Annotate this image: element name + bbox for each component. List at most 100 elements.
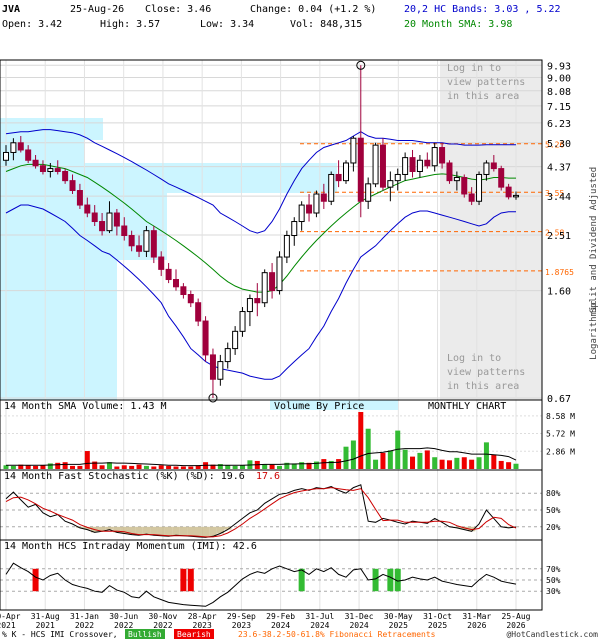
momentum-grid bbox=[0, 568, 542, 592]
chart-period-label: MONTHLY CHART bbox=[428, 401, 506, 412]
volume-bar bbox=[446, 460, 452, 469]
candle-body bbox=[39, 165, 46, 172]
volume-bar bbox=[40, 465, 46, 469]
candle-body bbox=[202, 320, 209, 356]
volume-bar bbox=[506, 462, 512, 469]
stochastic-oversold-fill bbox=[76, 526, 520, 538]
date-tick-label: 25-Aug bbox=[502, 612, 531, 621]
candle-body bbox=[99, 221, 106, 232]
candle-body bbox=[32, 159, 39, 167]
volume-bar bbox=[62, 462, 68, 469]
candle-body bbox=[121, 225, 128, 237]
login-note-line-1: Log in to bbox=[447, 353, 501, 364]
volume-bar bbox=[358, 412, 364, 469]
volume-bar bbox=[454, 457, 460, 469]
volume-tick-label: 2.86 M bbox=[546, 447, 575, 456]
oversold-fill bbox=[142, 526, 151, 535]
volume-bar bbox=[476, 457, 482, 469]
volume-bar bbox=[424, 450, 430, 469]
candle-body bbox=[106, 212, 113, 232]
split-adjusted-label: Split and Dividend Adjusted bbox=[589, 167, 599, 313]
candle-body bbox=[461, 177, 468, 195]
volume-bar bbox=[225, 465, 231, 469]
candle-body bbox=[387, 180, 394, 188]
date-tick-label: 31-Jul bbox=[305, 612, 334, 621]
volume-bar bbox=[410, 456, 416, 469]
candle-body bbox=[76, 190, 83, 206]
candle-body bbox=[128, 235, 135, 247]
volume-bar bbox=[84, 451, 90, 469]
pattern-area bbox=[440, 60, 542, 400]
candle-body bbox=[158, 256, 165, 270]
volume-bar bbox=[3, 465, 9, 469]
volume-bar bbox=[417, 452, 423, 469]
candle-body bbox=[498, 168, 505, 188]
oversold-fill bbox=[172, 526, 180, 536]
stochastic-d-value: 17.6 bbox=[256, 471, 280, 482]
volume-grid bbox=[0, 415, 542, 452]
candle-body bbox=[372, 144, 379, 185]
change-label: Change: 0.04 (+1.2 %) bbox=[250, 4, 376, 15]
volume-bar bbox=[313, 461, 319, 469]
stochastic-tick-label: 80% bbox=[546, 489, 561, 498]
date-tick-year: 2022 bbox=[153, 621, 172, 630]
candle-body bbox=[10, 142, 17, 153]
bearish-crossover-marker bbox=[180, 568, 187, 592]
price-tick-label: 9.00 bbox=[547, 73, 571, 84]
candle-body bbox=[224, 348, 231, 363]
candle-body bbox=[232, 330, 239, 350]
oversold-fill bbox=[194, 526, 202, 537]
candle-body bbox=[246, 298, 253, 313]
candle-body bbox=[239, 311, 246, 332]
volume-bar bbox=[47, 463, 53, 469]
volume-bar bbox=[10, 465, 16, 469]
candle-body bbox=[468, 193, 475, 202]
candle-body bbox=[328, 173, 335, 202]
bullish-crossover-marker bbox=[372, 568, 379, 592]
candle-body bbox=[476, 173, 483, 202]
date-axis: 30-Apr202131-Aug202131-Jan202230-Jun2022… bbox=[0, 612, 531, 630]
price-axis: 9.939.00 8.08 7.15 6.23 5.30 4.37 3.44 2.51 1.60… bbox=[547, 61, 571, 405]
volume-bar bbox=[70, 465, 76, 469]
date-tick-year: 2025 bbox=[428, 621, 447, 630]
candle-body bbox=[365, 183, 372, 202]
cyan-zone-b bbox=[84, 118, 103, 140]
low-label: Low: 3.34 bbox=[200, 19, 254, 30]
candle-body bbox=[505, 186, 512, 198]
candle-body bbox=[84, 204, 91, 214]
momentum-tick-label: 70% bbox=[546, 565, 561, 574]
candle-body bbox=[25, 149, 32, 161]
close-label: Close: 3.46 bbox=[145, 4, 211, 15]
momentum-title: 14 Month HCS Intraday Momentum (IMI): 42… bbox=[4, 541, 257, 552]
candle-body bbox=[47, 168, 54, 172]
date-tick-label: 31-Jan bbox=[70, 612, 99, 621]
volume-bar bbox=[158, 465, 164, 469]
date-tick-year: 2021 bbox=[0, 621, 16, 630]
copyright-label[interactable]: @HotCandlestick.com bbox=[506, 630, 598, 639]
volume-bar bbox=[232, 465, 238, 469]
price-tick-label: 1.60 bbox=[547, 287, 571, 298]
date-tick-year: 2024 bbox=[349, 621, 368, 630]
stochastic-axis: 80% 50% 20% bbox=[546, 489, 561, 532]
momentum-line-path bbox=[5, 562, 517, 607]
date-tick-label: 29-Feb bbox=[266, 612, 295, 621]
stochastic-tick-label: 50% bbox=[546, 506, 561, 515]
stochastic-lines bbox=[5, 484, 517, 538]
login-note-line-2: view patterns bbox=[447, 367, 525, 378]
momentum-axis: 70% 50% 30% bbox=[546, 565, 561, 596]
candle-body bbox=[143, 230, 150, 252]
candle-body bbox=[313, 193, 320, 214]
candle-body bbox=[113, 212, 120, 227]
candle-body bbox=[298, 204, 305, 223]
candle-body bbox=[446, 162, 453, 182]
oversold-fill bbox=[201, 526, 210, 538]
date-tick-label: 29-Sep bbox=[227, 612, 256, 621]
date-tick-year: 2022 bbox=[75, 621, 94, 630]
candle-body bbox=[424, 159, 431, 167]
candle-body bbox=[335, 173, 342, 182]
candle-body bbox=[180, 286, 187, 296]
price-tick-label: 5.30 bbox=[547, 139, 571, 150]
volume-bar bbox=[380, 452, 386, 469]
volume-bar bbox=[336, 459, 342, 469]
price-tick-label: 8.08 bbox=[547, 87, 571, 98]
